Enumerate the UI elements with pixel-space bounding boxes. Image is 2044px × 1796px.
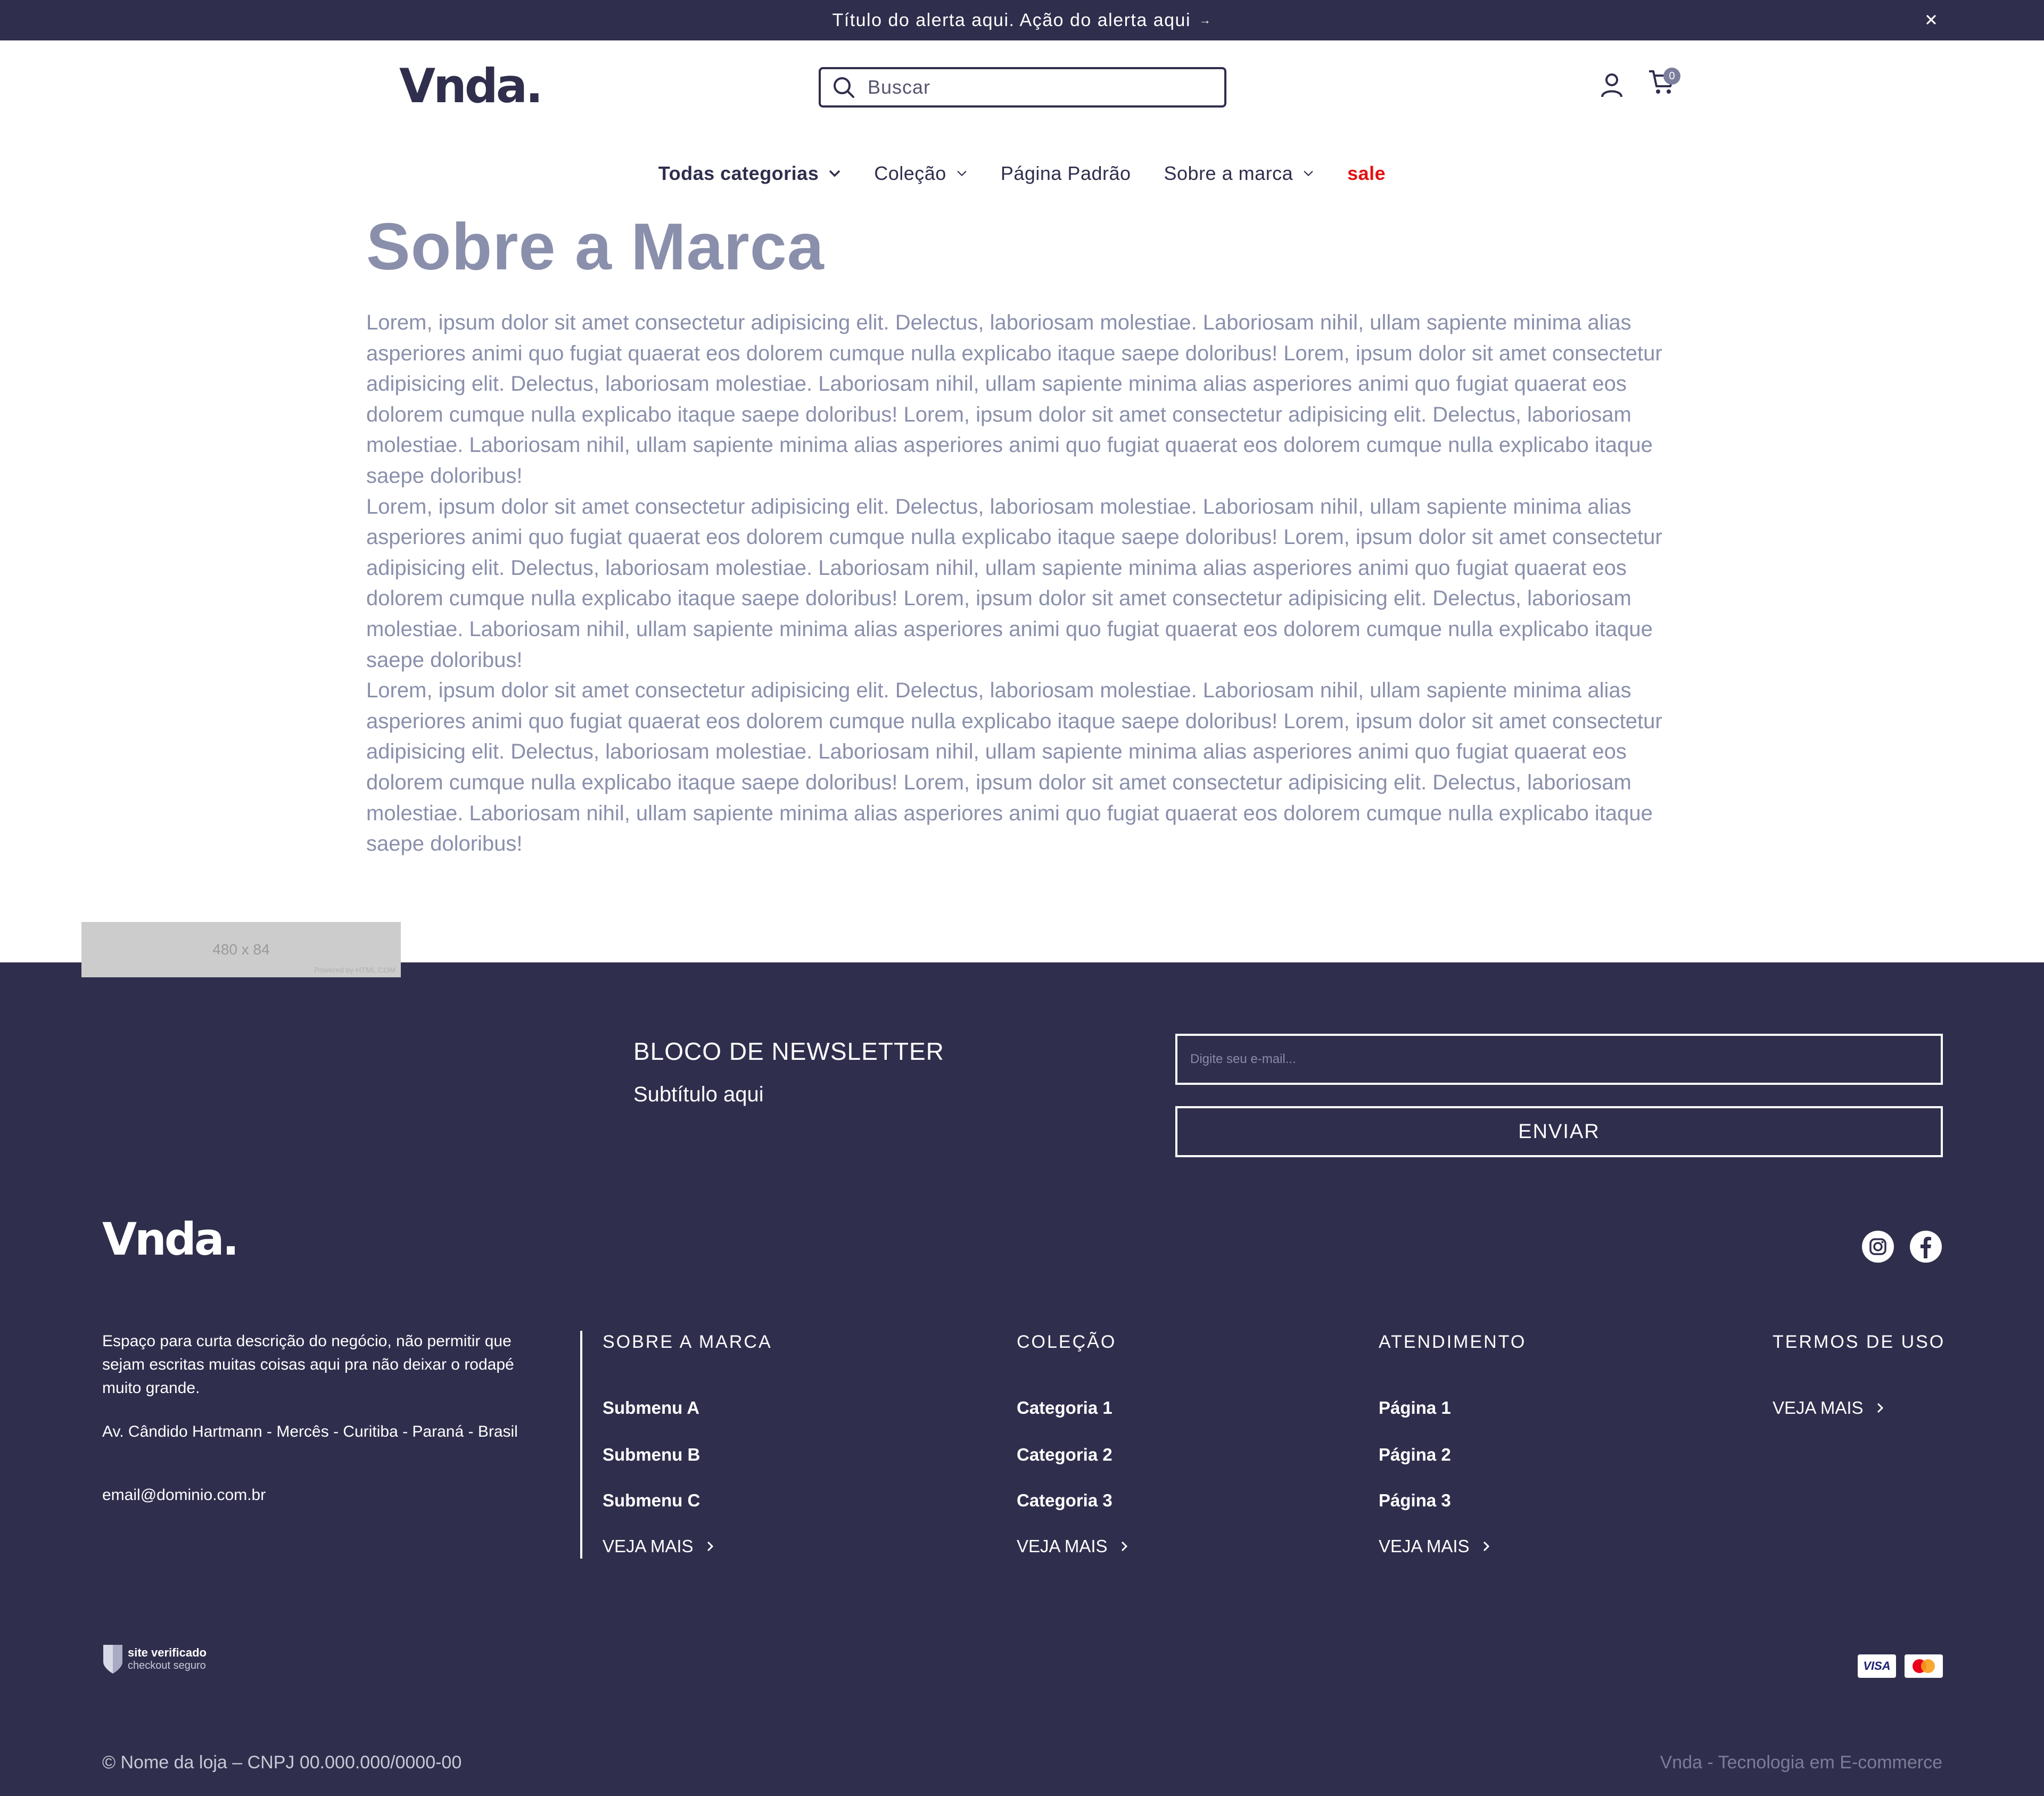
chevron-right-icon [1877, 1403, 1883, 1413]
nav-item-pagina-padrao[interactable]: Página Padrão [1001, 162, 1131, 185]
footer-address: Av. Cândido Hartmann - Mercês - Curitiba… [102, 1423, 518, 1440]
alert-bar: Título do alerta aqui. Ação do alerta aq… [0, 0, 2044, 40]
content-paragraph: Lorem, ipsum dolor sit amet consectetur … [366, 495, 1662, 672]
footer-veja-mais-label: VEJA MAIS [603, 1536, 694, 1556]
chevron-down-icon [829, 170, 840, 177]
alert-text: Título do alerta aqui. Ação do alerta aq… [832, 10, 1191, 30]
page-title: Sobre a Marca [366, 210, 825, 284]
nav-item-todas-categorias[interactable]: Todas categorias [658, 162, 841, 185]
main-nav: Todas categorias Coleção Página Padrão S… [0, 154, 2044, 193]
footer-column-title: SOBRE A MARCA [603, 1332, 772, 1352]
footer-veja-mais-link[interactable]: VEJA MAIS [1017, 1536, 1128, 1556]
footer-column-termos-de-uso: TERMOS DE USO VEJA MAIS [1773, 1332, 1946, 1418]
footer-link[interactable]: Submenu B [603, 1445, 700, 1465]
footer-link[interactable]: Categoria 2 [1017, 1445, 1112, 1465]
footer-veja-mais-label: VEJA MAIS [1017, 1536, 1108, 1556]
footer-column-title: TERMOS DE USO [1773, 1332, 1946, 1352]
chevron-right-icon [1483, 1541, 1489, 1552]
footer-divider [580, 1331, 582, 1559]
footer-column-colecao: COLEÇÃO Categoria 1 Categoria 2 Categori… [1017, 1332, 1127, 1556]
search-icon[interactable] [831, 75, 856, 100]
newsletter-title: BLOCO DE NEWSLETTER [633, 1037, 944, 1065]
close-icon [1926, 15, 1936, 24]
nav-item-label: Sobre a marca [1164, 162, 1293, 184]
site-verified-seal: site verificado checkout seguro [102, 1644, 207, 1675]
footer: BLOCO DE NEWSLETTER Subtítulo aqui ENVIA… [0, 962, 2044, 1796]
footer-link[interactable]: Página 3 [1379, 1490, 1451, 1511]
footer-link[interactable]: Página 2 [1379, 1445, 1451, 1465]
arrow-right-icon: → [1199, 13, 1212, 27]
nav-item-label: Página Padrão [1000, 162, 1131, 184]
user-account-icon[interactable] [1600, 72, 1623, 98]
newsletter-subtitle: Subtítulo aqui [633, 1083, 764, 1106]
footer-veja-mais-link[interactable]: VEJA MAIS [603, 1536, 714, 1556]
visa-icon: VISA [1858, 1654, 1896, 1678]
seal-line-1: site verificado [128, 1646, 207, 1659]
footer-veja-mais-link[interactable]: VEJA MAIS [1379, 1536, 1490, 1556]
nav-item-sale[interactable]: sale [1347, 162, 1386, 185]
banner-placeholder-image: 480 x 84 Powered by HTML.COM [81, 922, 401, 977]
cart-count-badge: 0 [1663, 68, 1680, 85]
footer-description: Espaço para curta descrição do negócio, … [102, 1332, 514, 1397]
nav-item-colecao[interactable]: Coleção [874, 162, 968, 185]
search-box [819, 67, 1226, 108]
footer-veja-mais-label: VEJA MAIS [1379, 1536, 1470, 1556]
footer-link[interactable]: Página 1 [1379, 1398, 1451, 1418]
nav-item-label: Todas categorias [658, 162, 819, 184]
footer-link[interactable]: Categoria 1 [1017, 1398, 1112, 1418]
footer-link[interactable]: Categoria 3 [1017, 1490, 1112, 1511]
footer-column-atendimento: ATENDIMENTO Página 1 Página 2 Página 3 V… [1379, 1332, 1527, 1556]
nav-item-label: sale [1347, 162, 1386, 184]
copyright-text: © Nome da loja – CNPJ 00.000.000/0000-00 [102, 1752, 462, 1773]
close-alert-button[interactable] [1919, 7, 1943, 32]
footer-email[interactable]: email@dominio.com.br [102, 1486, 266, 1504]
footer-veja-mais-label: VEJA MAIS [1773, 1398, 1864, 1418]
newsletter-email-input[interactable] [1175, 1034, 1943, 1085]
banner-powered-text: Powered by HTML.COM [314, 966, 395, 974]
facebook-icon[interactable] [1910, 1231, 1942, 1263]
content-paragraph: Lorem, ipsum dolor sit amet consectetur … [366, 679, 1662, 856]
page-content: Lorem, ipsum dolor sit amet consectetur … [366, 308, 1681, 860]
footer-link[interactable]: Submenu C [603, 1490, 700, 1511]
footer-veja-mais-link[interactable]: VEJA MAIS [1773, 1398, 1884, 1418]
footer-column-title: ATENDIMENTO [1379, 1332, 1527, 1352]
search-input[interactable] [867, 76, 1207, 99]
store-logo[interactable]: Vnda. [399, 63, 543, 110]
footer-column-sobre-a-marca: SOBRE A MARCA Submenu A Submenu B Submen… [603, 1332, 772, 1556]
alert-link[interactable]: Título do alerta aqui. Ação do alerta aq… [832, 10, 1211, 31]
chevron-right-icon [707, 1541, 713, 1552]
footer-link[interactable]: Submenu A [603, 1398, 699, 1418]
banner-size-label: 480 x 84 [212, 941, 270, 958]
footer-column-title: COLEÇÃO [1017, 1332, 1117, 1352]
shield-icon [103, 1645, 122, 1674]
content-paragraph: Lorem, ipsum dolor sit amet consectetur … [366, 311, 1662, 488]
chevron-down-icon [1304, 170, 1313, 177]
chevron-down-icon [957, 170, 967, 177]
instagram-icon[interactable] [1862, 1231, 1894, 1263]
nav-item-sobre-a-marca[interactable]: Sobre a marca [1164, 162, 1315, 185]
newsletter-submit-button[interactable]: ENVIAR [1175, 1106, 1943, 1157]
chevron-right-icon [1121, 1541, 1127, 1552]
nav-item-label: Coleção [874, 162, 946, 184]
seal-line-2: checkout seguro [128, 1660, 206, 1671]
platform-credit-link[interactable]: Vnda - Tecnologia em E-commerce [1660, 1752, 1942, 1773]
footer-logo[interactable]: Vnda. [102, 1217, 240, 1262]
mastercard-icon [1905, 1654, 1943, 1678]
